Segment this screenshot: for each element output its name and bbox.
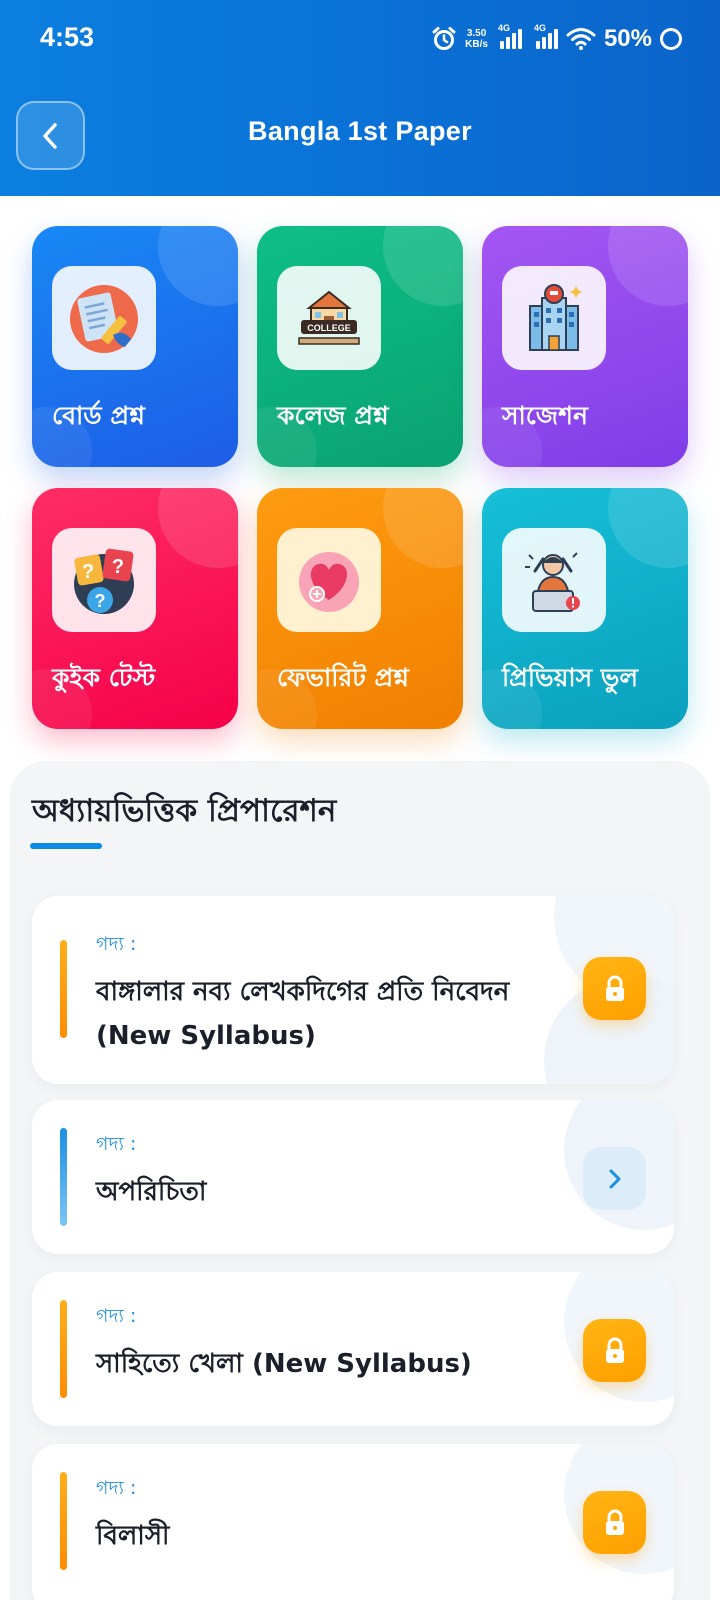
chapter-card[interactable]: গদ্য : অপরিচিতা xyxy=(32,1100,674,1254)
tile-previous-mistakes[interactable]: প্রিভিয়াস ভুল xyxy=(482,488,688,729)
svg-text:?: ? xyxy=(82,561,94,583)
open-chapter-button[interactable] xyxy=(583,1147,646,1210)
tile-board-questions[interactable]: বোর্ড প্রশ্ন xyxy=(32,226,238,467)
network-type: 4G xyxy=(497,23,510,33)
network-speed: 3.50 KB/s xyxy=(465,28,488,50)
tile-college-questions[interactable]: COLLEGE কলেজ প্রশ্ন xyxy=(257,226,463,467)
chapter-title: বাঙ্গালার নব্য লেখকদিগের প্রতি নিবেদন (N… xyxy=(96,977,510,1051)
chapter-card[interactable]: গদ্য : বিলাসী xyxy=(32,1444,674,1600)
tile-label: কুইক টেস্ট xyxy=(52,663,156,692)
chapter-accent-bar xyxy=(60,1472,67,1570)
page-title: Bangla 1st Paper xyxy=(248,116,472,146)
section-title: অধ্যায়ভিত্তিক প্রিপারেশন xyxy=(32,793,337,829)
tile-suggestion[interactable]: সাজেশন xyxy=(482,226,688,467)
heart-icon xyxy=(277,528,381,632)
lock-button[interactable] xyxy=(583,1319,646,1382)
app-bar: 4:53 3.50 KB/s 4G 4G 50% Bangla 1st Pape… xyxy=(0,0,720,196)
chapter-section: অধ্যায়ভিত্তিক প্রিপারেশন গদ্য : বাঙ্গাল… xyxy=(10,761,710,1600)
chapter-accent-bar xyxy=(60,1300,67,1398)
section-title-underline xyxy=(30,843,102,849)
alarm-icon xyxy=(432,27,456,50)
tile-label: কলেজ প্রশ্ন xyxy=(277,401,389,430)
college-building-icon: COLLEGE xyxy=(277,266,381,370)
chapter-category: গদ্য : xyxy=(96,1305,137,1327)
chapter-category: গদ্য : xyxy=(96,933,137,955)
svg-text:COLLEGE: COLLEGE xyxy=(307,323,351,333)
signal-icon: 4G xyxy=(534,23,558,49)
status-icons: 3.50 KB/s 4G 4G 50% xyxy=(431,22,682,56)
lock-icon xyxy=(605,1509,624,1535)
chapter-category: গদ্য : xyxy=(96,1133,137,1155)
chapter-title: বিলাসী xyxy=(96,1521,170,1551)
battery-icon xyxy=(660,28,682,50)
question-marks-icon: ? ? ? xyxy=(52,528,156,632)
network-type: 4G xyxy=(533,23,546,33)
wifi-icon xyxy=(566,28,596,50)
exam-paper-icon xyxy=(52,266,156,370)
svg-text:?: ? xyxy=(112,556,124,578)
feature-grid: বোর্ড প্রশ্ন COLLEGE কলেজ প্রশ্ন সাজেশন … xyxy=(0,196,720,756)
tile-favourite-questions[interactable]: ফেভারিট প্রশ্ন xyxy=(257,488,463,729)
tile-label: সাজেশন xyxy=(502,401,588,430)
stressed-person-icon xyxy=(502,528,606,632)
network-speed-value: 3.50 xyxy=(466,28,487,39)
chapter-card[interactable]: গদ্য : বাঙ্গালার নব্য লেখকদিগের প্রতি নি… xyxy=(32,896,674,1084)
chapter-title: অপরিচিতা xyxy=(96,1177,207,1207)
chapter-title: সাহিত্যে খেলা (New Syllabus) xyxy=(96,1349,472,1379)
status-bar: 4:53 3.50 KB/s 4G 4G 50% xyxy=(0,0,720,80)
chapter-accent-bar xyxy=(60,940,67,1038)
school-building-icon xyxy=(502,266,606,370)
chapter-card[interactable]: গদ্য : সাহিত্যে খেলা (New Syllabus) xyxy=(32,1272,674,1426)
lock-icon xyxy=(605,975,624,1001)
status-time: 4:53 xyxy=(40,22,95,52)
tile-label: প্রিভিয়াস ভুল xyxy=(502,663,639,692)
chapter-category: গদ্য : xyxy=(96,1477,137,1499)
battery-level: 50% xyxy=(603,25,652,52)
tile-label: ফেভারিট প্রশ্ন xyxy=(277,663,409,692)
chapter-accent-bar xyxy=(60,1128,67,1226)
tile-label: বোর্ড প্রশ্ন xyxy=(52,401,145,430)
tile-quick-test[interactable]: ? ? ? কুইক টেস্ট xyxy=(32,488,238,729)
signal-icon: 4G xyxy=(498,23,522,49)
lock-button[interactable] xyxy=(583,957,646,1020)
lock-icon xyxy=(605,1337,624,1363)
network-speed-unit: KB/s xyxy=(465,39,488,50)
lock-button[interactable] xyxy=(583,1491,646,1554)
svg-text:?: ? xyxy=(95,591,106,611)
chevron-right-icon xyxy=(609,1169,620,1188)
